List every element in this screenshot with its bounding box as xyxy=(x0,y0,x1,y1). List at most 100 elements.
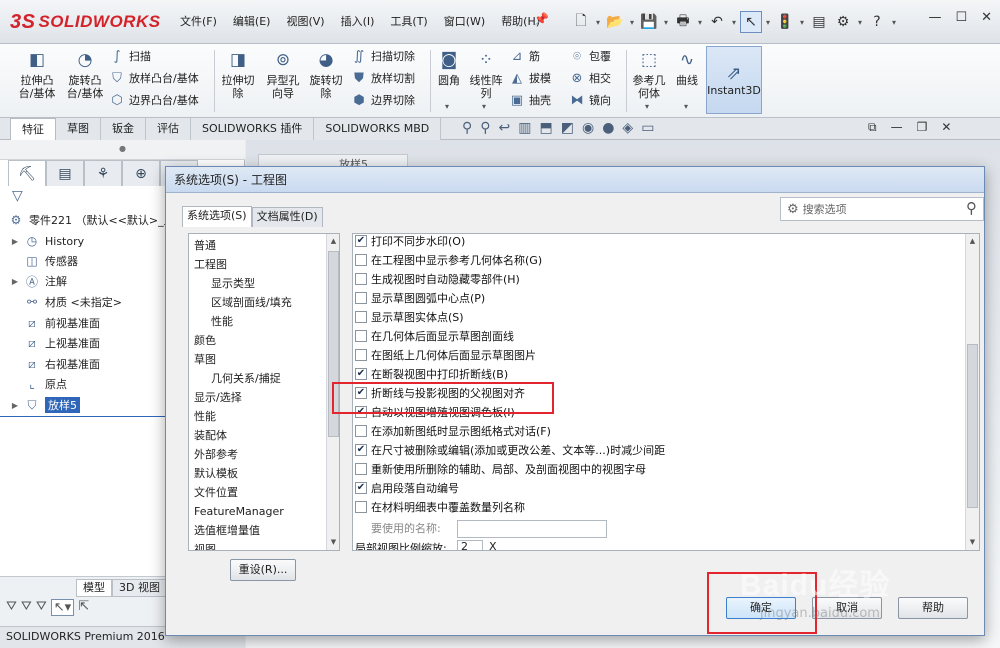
panel-restore-icon[interactable]: ⧉ xyxy=(868,120,877,135)
menu-tools[interactable]: 工具(T) xyxy=(382,12,435,32)
help-question-icon[interactable]: ? xyxy=(866,11,888,33)
rebuild-dropdown-icon[interactable]: ▾ xyxy=(798,18,806,27)
checkbox[interactable] xyxy=(355,424,367,437)
traffic-light-icon[interactable]: 🚦 xyxy=(774,11,796,33)
lofted-cut-button[interactable]: ⛊ 放样切割 xyxy=(350,68,415,88)
print-dropdown-icon[interactable]: ▾ xyxy=(696,18,704,27)
open-dropdown-icon[interactable]: ▾ xyxy=(628,18,636,27)
undo-dropdown-icon[interactable]: ▾ xyxy=(730,18,738,27)
expand-arrow-icon[interactable]: ▶ xyxy=(10,277,20,286)
options-dropdown-icon[interactable]: ▾ xyxy=(856,18,864,27)
loft-boss-button[interactable]: ⛉ 放样凸台/基体 xyxy=(108,68,199,88)
options-gear-icon[interactable]: ⚙ xyxy=(832,11,854,33)
instant3d-button[interactable]: ⇗ Instant3D xyxy=(706,46,762,114)
print-icon[interactable]: 🖶 xyxy=(672,11,694,33)
swept-cut-button[interactable]: ∬ 扫描切除 xyxy=(350,46,415,66)
scroll-thumb[interactable] xyxy=(967,344,978,508)
option-show-ref-geometry-names[interactable]: 在工程图中显示参考几何体名称(G) xyxy=(355,250,542,269)
zoom-area-icon[interactable]: ⚲ xyxy=(480,120,490,136)
checkbox[interactable] xyxy=(355,462,367,475)
revolve-boss-button[interactable]: ◔ 旋转凸 台/基体 xyxy=(62,48,108,100)
section-view-icon[interactable]: ▥ xyxy=(518,120,531,136)
tab-sketch[interactable]: 草图 xyxy=(56,118,101,140)
menu-edit[interactable]: 编辑(E) xyxy=(225,12,279,32)
filter-toggle-icon[interactable]: ⛛ xyxy=(6,599,17,616)
nav-view[interactable]: 视图 xyxy=(194,540,216,550)
scroll-up-icon[interactable]: ▲ xyxy=(327,234,339,249)
checkbox[interactable] xyxy=(355,310,367,323)
menu-insert[interactable]: 插入(I) xyxy=(333,12,383,32)
nav-sketch[interactable]: 草图 xyxy=(194,350,216,369)
view-orientation-icon[interactable]: ⬒ xyxy=(540,120,553,136)
fillet-dropdown-icon[interactable]: ▾ xyxy=(445,102,449,111)
scroll-up-icon[interactable]: ▲ xyxy=(966,234,979,249)
pin-menu-icon[interactable]: 📌 xyxy=(534,12,549,26)
checkbox[interactable] xyxy=(355,348,367,361)
maximize-icon[interactable]: ☐ xyxy=(955,10,967,25)
tab-document-properties[interactable]: 文档属性(D) xyxy=(251,207,323,227)
rib-button[interactable]: ⊿ 筋 xyxy=(508,46,540,66)
detail-view-scale-field[interactable]: 2 xyxy=(457,540,483,550)
select-cursor-icon[interactable]: ↖▾ xyxy=(50,599,75,616)
boundary-cut-button[interactable]: ⬢ 边界切除 xyxy=(350,90,415,110)
tree-item-origin[interactable]: ⌞ 原点 xyxy=(10,374,67,394)
option-show-sheet-format-dialog[interactable]: 在添加新图纸时显示图纸格式对话(F) xyxy=(355,421,551,440)
tab-evaluate[interactable]: 评估 xyxy=(146,118,191,140)
configuration-manager-tab-icon[interactable]: ⚘ xyxy=(84,160,122,186)
option-print-out-of-sync-watermark[interactable]: ✔ 打印不同步水印(O) xyxy=(355,234,465,250)
expand-arrow-icon[interactable]: ▶ xyxy=(10,237,20,246)
tab-3d-view[interactable]: 3D 视图 xyxy=(112,579,167,597)
nav-default-templates[interactable]: 默认模板 xyxy=(194,464,238,483)
file-properties-icon[interactable]: ▤ xyxy=(808,11,830,33)
nav-spin-box-increments[interactable]: 选值框增量值 xyxy=(194,521,260,540)
option-print-break-lines[interactable]: ✔ 在断裂视图中打印折断线(B) xyxy=(355,364,508,383)
boundary-boss-button[interactable]: ⬡ 边界凸台/基体 xyxy=(108,90,198,110)
nav-performance[interactable]: 性能 xyxy=(194,407,216,426)
feature-manager-tab-icon[interactable]: ⛏ xyxy=(8,160,46,186)
undo-icon[interactable]: ↶ xyxy=(706,11,728,33)
tab-mbd[interactable]: SOLIDWORKS MBD xyxy=(314,118,442,140)
scroll-down-icon[interactable]: ▼ xyxy=(327,535,339,550)
menu-file[interactable]: 文件(F) xyxy=(172,12,225,32)
reference-geometry-button[interactable]: ⬚ 参考几 何体 xyxy=(630,48,668,100)
filter-select-all-icon[interactable]: ⛛ xyxy=(36,599,47,616)
intersect-button[interactable]: ⊗ 相交 xyxy=(568,68,611,88)
search-icon[interactable]: ⚲ xyxy=(966,199,977,217)
option-reuse-view-letters[interactable]: 重新使用所删除的辅助、局部、及剖面视图中的视图字母 xyxy=(355,459,646,478)
panel-grip[interactable]: ● xyxy=(0,140,245,160)
filter-icon[interactable]: ▽ xyxy=(12,188,23,204)
help-dropdown-icon[interactable]: ▾ xyxy=(890,18,898,27)
option-auto-hide-components[interactable]: 生成视图时自动隐藏零部件(H) xyxy=(355,269,520,288)
curves-button[interactable]: ∿ 曲线 xyxy=(672,48,702,87)
tree-item-history[interactable]: ▶ ◷ History xyxy=(10,231,84,251)
revolve-cut-button[interactable]: ◕ 旋转切 除 xyxy=(304,48,348,100)
filter-clear-icon[interactable]: ⛛ xyxy=(21,599,32,616)
menu-view[interactable]: 视图(V) xyxy=(278,12,332,32)
nav-display-selection[interactable]: 显示/选择 xyxy=(194,388,242,407)
save-dropdown-icon[interactable]: ▾ xyxy=(662,18,670,27)
checkbox[interactable] xyxy=(355,253,367,266)
tab-sheet-metal[interactable]: 钣金 xyxy=(101,118,146,140)
nav-colors[interactable]: 颜色 xyxy=(194,331,216,350)
option-reduce-spacing[interactable]: ✔ 在尺寸被删除或编辑(添加或更改公差、文本等...)时减少间距 xyxy=(355,440,665,459)
option-display-entity-points[interactable]: 显示草图实体点(S) xyxy=(355,307,464,326)
checkbox[interactable]: ✔ xyxy=(355,367,367,380)
extrude-cut-button[interactable]: ◨ 拉伸切 除 xyxy=(218,48,258,100)
search-options-field[interactable]: ⚙ 搜索选项 ⚲ xyxy=(780,197,984,221)
doc-maximize-icon[interactable]: ❐ xyxy=(917,120,928,135)
open-folder-icon[interactable]: 📂 xyxy=(604,11,626,33)
curves-dropdown-icon[interactable]: ▾ xyxy=(684,102,688,111)
name-to-use-field[interactable] xyxy=(457,520,607,538)
tree-item-sensors[interactable]: ◫ 传感器 xyxy=(10,251,78,271)
select-cursor-icon[interactable]: ↖ xyxy=(740,11,762,33)
checkbox[interactable]: ✔ xyxy=(355,234,367,247)
checkbox[interactable]: ✔ xyxy=(355,481,367,494)
zoom-to-fit-icon[interactable]: ⚲ xyxy=(462,120,472,136)
nav-hatch-fill[interactable]: 区域剖面线/填充 xyxy=(211,293,292,312)
tab-system-options[interactable]: 系统选项(S) xyxy=(182,206,252,227)
tab-addins[interactable]: SOLIDWORKS 插件 xyxy=(191,118,315,140)
shell-button[interactable]: ▣ 抽壳 xyxy=(508,90,551,110)
nav-drawings[interactable]: 工程图 xyxy=(194,255,227,274)
tree-item-top-plane[interactable]: ⧄ 上视基准面 xyxy=(10,333,100,353)
sweep-button[interactable]: ∫ 扫描 xyxy=(108,46,151,66)
